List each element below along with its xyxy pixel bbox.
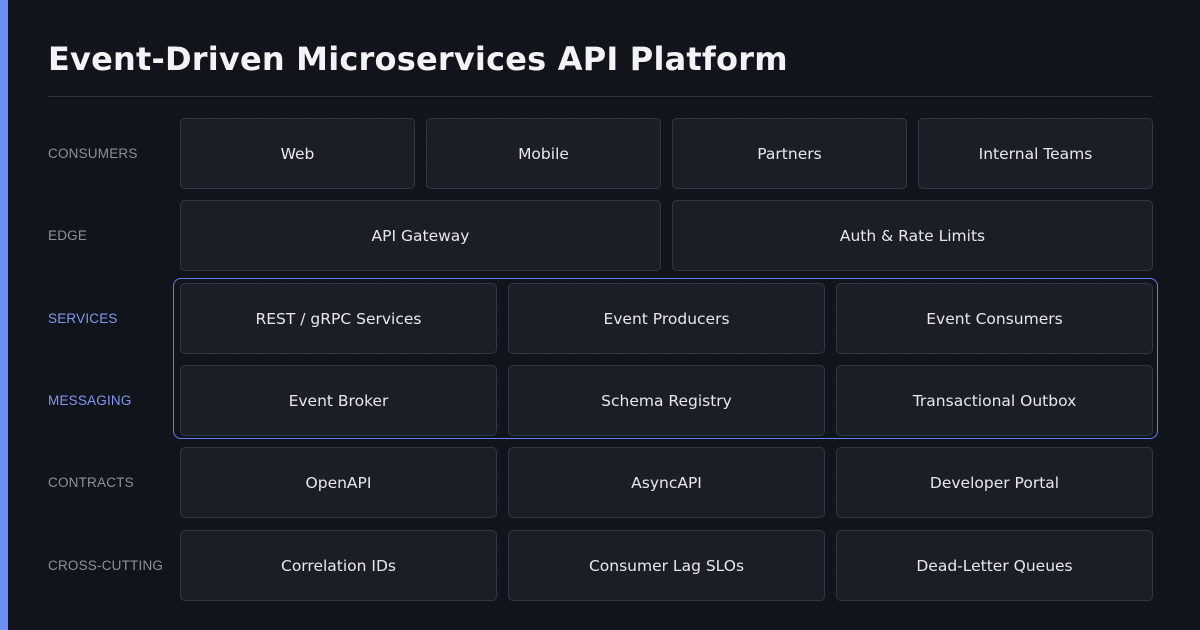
component-box-web: Web	[180, 118, 415, 189]
layer-label: SERVICES	[48, 311, 118, 326]
diagram-title: Event-Driven Microservices API Platform	[48, 40, 788, 78]
layer-label: CROSS-CUTTING	[48, 558, 164, 573]
component-box-asyncapi: AsyncAPI	[508, 447, 825, 518]
layer-label: MESSAGING	[48, 393, 132, 408]
component-box-consumer-lag-slos: Consumer Lag SLOs	[508, 530, 825, 601]
component-box-schema-registry: Schema Registry	[508, 365, 825, 436]
component-box-rest-grpc-services: REST / gRPC Services	[180, 283, 497, 354]
component-box-partners: Partners	[672, 118, 907, 189]
component-box-auth-and-rate-limits: Auth & Rate Limits	[672, 200, 1153, 271]
layer-edge: EDGE API Gateway Auth & Rate Limits	[0, 200, 1200, 271]
component-box-dead-letter-queues: Dead-Letter Queues	[836, 530, 1153, 601]
component-box-correlation-ids: Correlation IDs	[180, 530, 497, 601]
component-box-api-gateway: API Gateway	[180, 200, 661, 271]
component-box-openapi: OpenAPI	[180, 447, 497, 518]
layer-label: CONSUMERS	[48, 146, 138, 161]
layer-contracts: CONTRACTS OpenAPI AsyncAPI Developer Portal	[0, 447, 1200, 518]
component-box-developer-portal: Developer Portal	[836, 447, 1153, 518]
component-box-event-broker: Event Broker	[180, 365, 497, 436]
layer-consumers: CONSUMERS Web Mobile Partners Internal Teams	[0, 118, 1200, 189]
layer-messaging: MESSAGING Event Broker Schema Registry Tran…	[0, 365, 1200, 436]
component-box-event-producers: Event Producers	[508, 283, 825, 354]
title-divider	[48, 96, 1153, 97]
component-box-transactional-outbox: Transactional Outbox	[836, 365, 1153, 436]
component-box-event-consumers: Event Consumers	[836, 283, 1153, 354]
layer-services: SERVICES REST / gRPC Services Event Produc…	[0, 283, 1200, 354]
layer-label: EDGE	[48, 228, 88, 243]
layer-cross-cutting: CROSS-CUTTING Correlation IDs Consumer Lag…	[0, 530, 1200, 601]
component-box-internal-teams: Internal Teams	[918, 118, 1153, 189]
layer-label: CONTRACTS	[48, 475, 134, 490]
component-box-mobile: Mobile	[426, 118, 661, 189]
